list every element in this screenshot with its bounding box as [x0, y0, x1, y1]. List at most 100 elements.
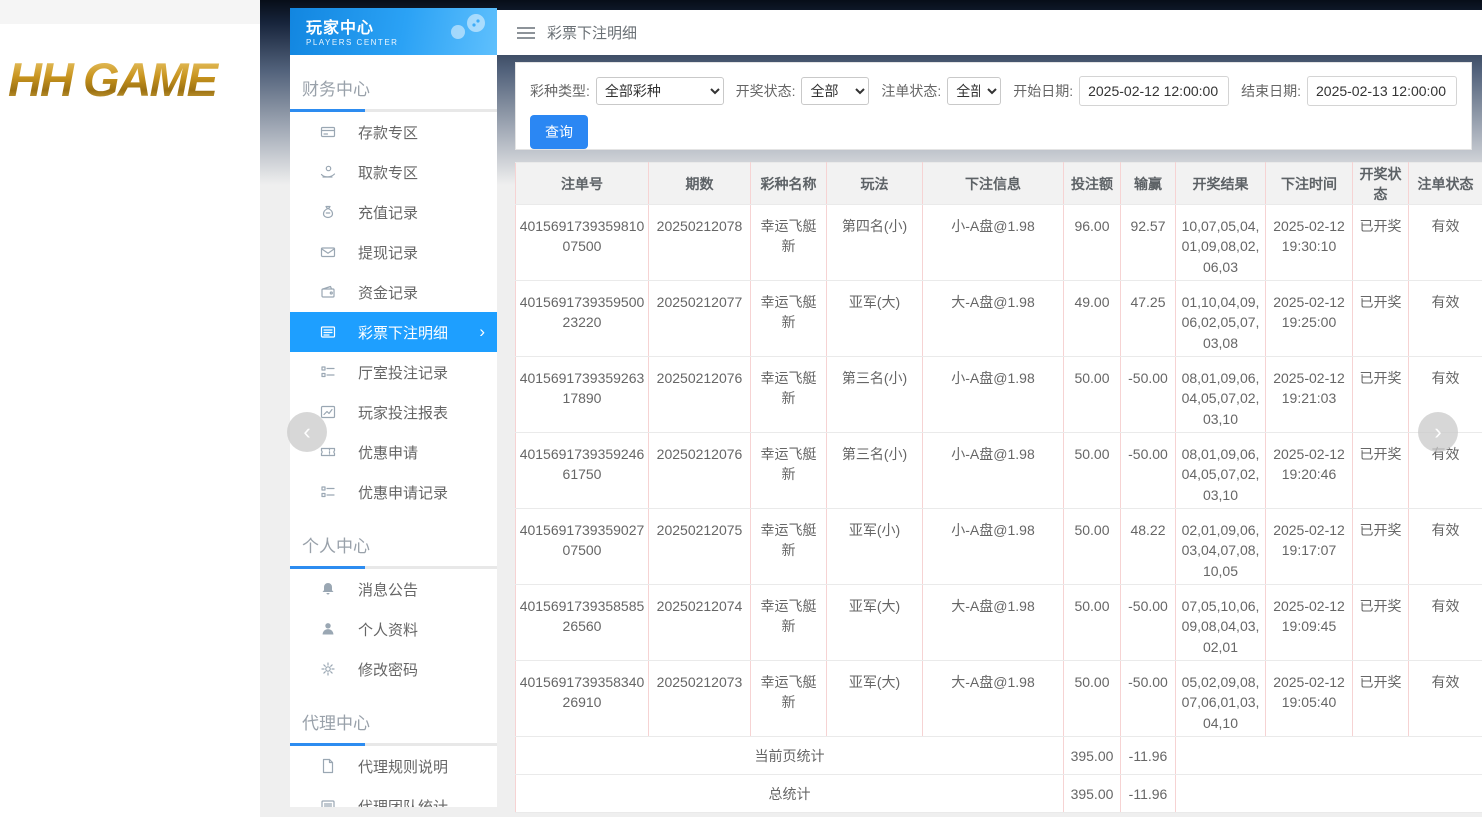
table-cell: 2025-02-12 19:17:07	[1266, 509, 1353, 585]
table-row: 40156917393590270750020250212075幸运飞艇新亚军(…	[516, 509, 1482, 585]
money-bag-icon	[320, 204, 336, 220]
table-cell: 已开奖	[1353, 661, 1409, 737]
table-cell: 50.00	[1064, 585, 1121, 661]
table-cell: 96.00	[1064, 205, 1121, 281]
sidebar-item-agent-rules[interactable]: 代理规则说明	[290, 746, 497, 786]
table-cell: 50.00	[1064, 433, 1121, 509]
section-title-finance: 财务中心	[290, 55, 497, 100]
col-header-bet-amount: 投注额	[1064, 163, 1121, 205]
table-cell: 01,10,04,09,06,02,05,07,03,08	[1176, 281, 1266, 357]
sidebar-item-withdraw[interactable]: 取款专区	[290, 152, 497, 192]
sidebar-item-change-password[interactable]: 修改密码	[290, 649, 497, 689]
total-stats-win-total: -11.96	[1121, 775, 1176, 813]
table-cell: 20250212073	[649, 661, 751, 737]
gear-icon	[320, 661, 336, 677]
lottery-type-label: 彩种类型:	[530, 81, 590, 101]
table-cell: 小-A盘@1.98	[923, 509, 1064, 585]
filter-panel: 彩种类型: 全部彩种 开奖状态: 全部 注单状态: 全部 开始日期: 结束日期:…	[515, 62, 1472, 150]
table-cell: -50.00	[1121, 433, 1176, 509]
sidebar-item-recharge-record[interactable]: 充值记录	[290, 192, 497, 232]
logo-panel: HH GAME	[0, 0, 260, 817]
draw-status-label: 开奖状态:	[736, 81, 796, 101]
table-cell: 有效	[1409, 509, 1482, 585]
table-cell: 401569173935924661750	[516, 433, 649, 509]
end-date-input[interactable]	[1307, 76, 1457, 106]
sidebar-item-hall-bet-record[interactable]: 厅室投注记录	[290, 352, 497, 392]
table-cell: 第三名(小)	[827, 433, 923, 509]
table-cell: 401569173935981007500	[516, 205, 649, 281]
hamburger-menu-icon[interactable]	[517, 24, 535, 42]
newspaper-icon	[320, 798, 336, 807]
table-cell: 小-A盘@1.98	[923, 357, 1064, 433]
bet-list-icon	[320, 324, 336, 340]
draw-status-select[interactable]: 全部	[801, 77, 869, 105]
table-row: 40156917393583402691020250212073幸运飞艇新亚军(…	[516, 661, 1482, 737]
sidebar-item-promo-record[interactable]: 优惠申请记录	[290, 472, 497, 512]
col-header-draw-status: 开奖状态	[1353, 163, 1409, 205]
col-header-order-status: 注单状态	[1409, 163, 1482, 205]
envelope-coin-icon	[320, 244, 336, 260]
document-icon	[320, 758, 336, 774]
table-cell: 已开奖	[1353, 433, 1409, 509]
table-cell: 已开奖	[1353, 585, 1409, 661]
table-cell: 已开奖	[1353, 509, 1409, 585]
panel-expand-button[interactable]: ›	[1418, 412, 1458, 452]
deposit-card-icon	[320, 124, 336, 140]
table-cell: 02,01,09,06,03,04,07,08,10,05	[1176, 509, 1266, 585]
sidebar-header: 玩家中心 PLAYERS CENTER	[290, 8, 497, 55]
sidebar-collapse-button[interactable]: ‹	[287, 412, 327, 452]
query-button[interactable]: 查询	[530, 115, 588, 149]
section-title-personal: 个人中心	[290, 512, 497, 557]
table-row: 40156917393595002322020250212077幸运飞艇新亚军(…	[516, 281, 1482, 357]
table-cell: 已开奖	[1353, 281, 1409, 357]
table-cell: 05,02,09,08,07,06,01,03,04,10	[1176, 661, 1266, 737]
checklist-icon	[320, 364, 336, 380]
table-cell: 401569173935950023220	[516, 281, 649, 357]
table-cell: 亚军(大)	[827, 281, 923, 357]
page-title: 彩票下注明细	[547, 22, 637, 43]
chevron-left-icon: ‹	[303, 419, 310, 445]
table-cell: -50.00	[1121, 357, 1176, 433]
lottery-type-select[interactable]: 全部彩种	[596, 77, 724, 105]
table-cell: 07,05,10,06,09,08,04,03,02,01	[1176, 585, 1266, 661]
table-cell: 亚军(小)	[827, 509, 923, 585]
bet-detail-table: 注单号 期数 彩种名称 玩法 下注信息 投注额 输赢 开奖结果 下注时间 开奖状…	[515, 162, 1482, 813]
order-status-select[interactable]: 全部	[947, 77, 1001, 105]
sidebar-item-agent-team-stats[interactable]: 代理团队统计	[290, 786, 497, 807]
chevron-right-icon: ›	[1434, 419, 1441, 445]
table-row: 40156917393598100750020250212078幸运飞艇新第四名…	[516, 205, 1482, 281]
table-cell: 08,01,09,06,04,05,07,02,03,10	[1176, 357, 1266, 433]
table-cell: 亚军(大)	[827, 661, 923, 737]
top-strip	[0, 0, 260, 24]
bell-icon	[320, 581, 336, 597]
sidebar-item-deposit[interactable]: 存款专区	[290, 112, 497, 152]
table-cell: 401569173935834026910	[516, 661, 649, 737]
sidebar-item-lottery-bet-detail[interactable]: 彩票下注明细 ›	[290, 312, 497, 352]
sidebar-item-profile[interactable]: 个人资料	[290, 609, 497, 649]
table-cell: 幸运飞艇新	[751, 661, 827, 737]
page-stats-label: 当前页统计	[516, 737, 1064, 775]
table-row: 40156917393585852656020250212074幸运飞艇新亚军(…	[516, 585, 1482, 661]
total-stats-empty	[1176, 775, 1482, 813]
table-cell: 20250212078	[649, 205, 751, 281]
sidebar-item-funds-record[interactable]: 资金记录	[290, 272, 497, 312]
sidebar-item-withdraw-record[interactable]: 提现记录	[290, 232, 497, 272]
table-cell: 2025-02-12 19:30:10	[1266, 205, 1353, 281]
chevron-right-icon: ›	[479, 322, 485, 342]
table-row: 40156917393592631789020250212076幸运飞艇新第三名…	[516, 357, 1482, 433]
table-cell: 2025-02-12 19:20:46	[1266, 433, 1353, 509]
start-date-input[interactable]	[1079, 76, 1229, 106]
coupon-icon	[320, 444, 336, 460]
main-area: 玩家中心 PLAYERS CENTER 财务中心 存款专区 取款专区 充值记录	[260, 0, 1482, 817]
hand-coin-icon	[320, 164, 336, 180]
sidebar-item-notice[interactable]: 消息公告	[290, 569, 497, 609]
table-cell: 401569173935902707500	[516, 509, 649, 585]
wallet-icon	[320, 284, 336, 300]
table-cell: 第三名(小)	[827, 357, 923, 433]
page-stats-row: 当前页统计 395.00 -11.96	[516, 737, 1482, 775]
table-body: 40156917393598100750020250212078幸运飞艇新第四名…	[516, 205, 1482, 737]
table-cell: 50.00	[1064, 509, 1121, 585]
table-cell: 小-A盘@1.98	[923, 433, 1064, 509]
col-header-order-id: 注单号	[516, 163, 649, 205]
end-date-label: 结束日期:	[1241, 81, 1301, 101]
